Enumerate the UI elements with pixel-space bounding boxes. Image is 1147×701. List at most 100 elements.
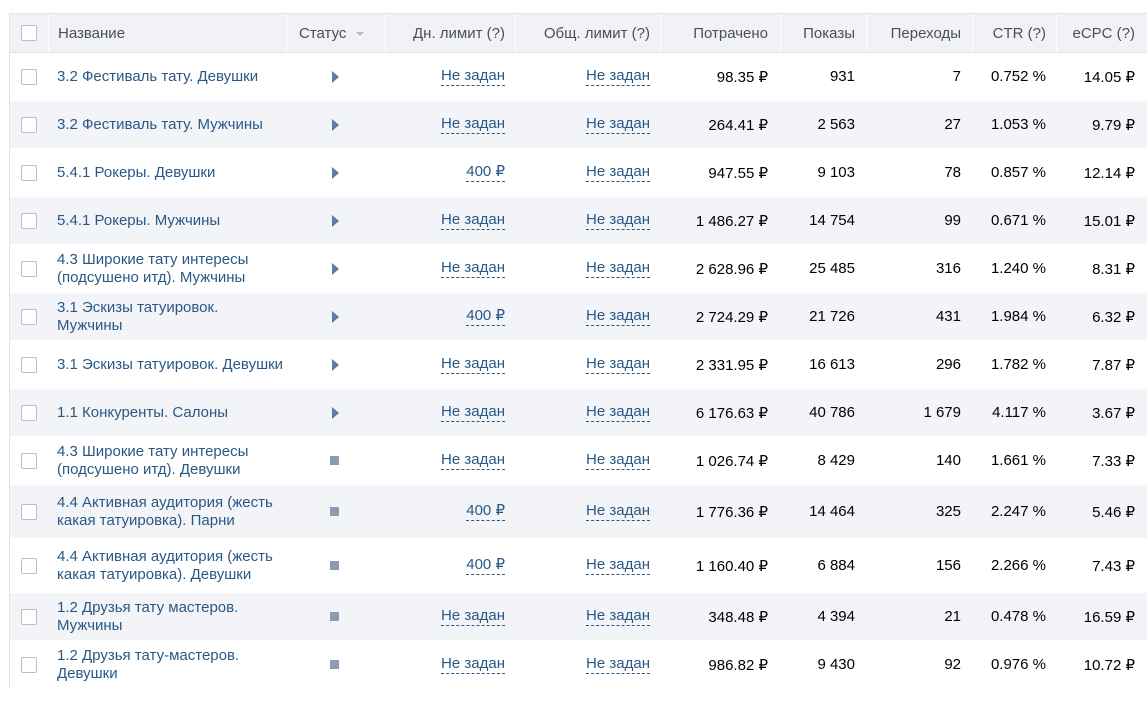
stop-icon[interactable] [330,660,339,669]
row-checkbox[interactable] [21,452,37,469]
header-impressions[interactable]: Показы [780,14,866,52]
daily-limit-link[interactable]: Не задан [441,259,505,278]
total-limit-link[interactable]: Не задан [586,556,650,575]
total-limit-cell: Не задан [515,197,660,244]
row-checkbox[interactable] [21,116,37,133]
play-icon[interactable] [332,166,339,179]
row-checkbox[interactable] [21,164,37,181]
daily-limit-link[interactable]: Не задан [441,655,505,674]
total-limit-link[interactable]: Не задан [586,307,650,326]
status-cell [286,389,385,436]
play-icon[interactable] [332,118,339,131]
table-row[interactable]: 1.1 Конкуренты. Салоны Не задан Не задан 6 … [10,389,1147,437]
play-icon[interactable] [332,310,339,323]
table-row[interactable]: 3.2 Фестиваль тату. Мужчины Не задан Не за… [10,101,1147,149]
status-cell [286,641,385,688]
status-cell [286,245,385,292]
daily-limit-link[interactable]: 400 ₽ [466,502,505,521]
total-limit-link[interactable]: Не задан [586,115,650,134]
row-checkbox[interactable] [21,212,37,229]
table-row[interactable]: 1.2 Друзья тату мастеров. Мужчины Не зада… [10,593,1147,641]
total-limit-link[interactable]: Не задан [586,67,650,86]
table-row[interactable]: 3.2 Фестиваль тату. Девушки Не задан Не за… [10,53,1147,101]
header-name[interactable]: Название [48,14,286,52]
campaign-name-link[interactable]: 1.2 Друзья тату мастеров. Мужчины [57,599,286,635]
table-row[interactable]: 5.4.1 Рокеры. Мужчины Не задан Не задан 1 4… [10,197,1147,245]
total-limit-link[interactable]: Не задан [586,355,650,374]
total-limit-link[interactable]: Не задан [586,451,650,470]
campaign-name-link[interactable]: 5.4.1 Рокеры. Девушки [57,164,215,182]
name-cell: 3.2 Фестиваль тату. Девушки [48,53,286,100]
campaign-name-link[interactable]: 3.2 Фестиваль тату. Мужчины [57,116,263,134]
table-row[interactable]: 4.3 Широкие тату интересы (подсушено итд… [10,245,1147,293]
table-row[interactable]: 3.1 Эскизы татуировок. Мужчины 400 ₽ Не за… [10,293,1147,341]
ctr-value: 2.247 % [990,503,1046,520]
header-spent[interactable]: Потрачено [660,14,780,52]
campaign-name-link[interactable]: 1.1 Конкуренты. Салоны [57,404,228,422]
table-row[interactable]: 1.2 Друзья тату-мастеров. Девушки Не зада… [10,641,1147,689]
ctr-value: 0.478 % [990,608,1046,625]
daily-limit-link[interactable]: 400 ₽ [466,307,505,326]
stop-icon[interactable] [330,561,339,570]
header-total-limit[interactable]: Общ. лимит (?) [515,14,660,52]
campaign-name-link[interactable]: 4.3 Широкие тату интересы (подсушено итд… [57,251,286,287]
campaign-name-link[interactable]: 4.4 Активная аудитория (жесть какая тату… [57,494,286,530]
row-checkbox[interactable] [21,308,37,325]
header-ctr[interactable]: CTR (?) [972,14,1056,52]
campaign-name-link[interactable]: 4.4 Активная аудитория (жесть какая тату… [57,548,286,584]
row-checkbox[interactable] [21,557,37,574]
play-icon[interactable] [332,358,339,371]
stop-icon[interactable] [330,612,339,621]
play-icon[interactable] [332,406,339,419]
header-daily-limit[interactable]: Дн. лимит (?) [385,14,515,52]
total-limit-link[interactable]: Не задан [586,403,650,422]
stop-icon[interactable] [330,507,339,516]
daily-limit-link[interactable]: Не задан [441,451,505,470]
row-checkbox[interactable] [21,260,37,277]
table-row[interactable]: 4.3 Широкие тату интересы (подсушено итд… [10,437,1147,485]
total-limit-link[interactable]: Не задан [586,502,650,521]
status-cell [286,293,385,340]
row-checkbox[interactable] [21,503,37,520]
daily-limit-link[interactable]: Не задан [441,355,505,374]
row-checkbox[interactable] [21,656,37,673]
daily-limit-link[interactable]: Не задан [441,115,505,134]
total-limit-link[interactable]: Не задан [586,163,650,182]
stop-icon[interactable] [330,456,339,465]
table-row[interactable]: 5.4.1 Рокеры. Девушки 400 ₽ Не задан 947.55… [10,149,1147,197]
daily-limit-link[interactable]: Не задан [441,403,505,422]
daily-limit-link[interactable]: Не задан [441,607,505,626]
impressions-value: 931 [829,68,855,85]
table-row[interactable]: 4.4 Активная аудитория (жесть какая тату… [10,539,1147,593]
total-limit-link[interactable]: Не задан [586,607,650,626]
play-icon[interactable] [332,214,339,227]
row-checkbox[interactable] [21,608,37,625]
ctr-value: 1.782 % [990,356,1046,373]
daily-limit-link[interactable]: 400 ₽ [466,163,505,182]
play-icon[interactable] [332,262,339,275]
spent-value: 1 160.40 ₽ [695,557,768,575]
campaign-name-link[interactable]: 3.2 Фестиваль тату. Девушки [57,68,258,86]
select-all-checkbox[interactable] [21,25,37,41]
campaign-name-link[interactable]: 1.2 Друзья тату-мастеров. Девушки [57,647,286,683]
daily-limit-link[interactable]: Не задан [441,211,505,230]
campaign-name-link[interactable]: 4.3 Широкие тату интересы (подсушено итд… [57,443,286,479]
total-limit-link[interactable]: Не задан [586,655,650,674]
table-row[interactable]: 4.4 Активная аудитория (жесть какая тату… [10,485,1147,539]
ctr-value: 0.976 % [990,656,1046,673]
total-limit-link[interactable]: Не задан [586,211,650,230]
daily-limit-link[interactable]: 400 ₽ [466,556,505,575]
play-icon[interactable] [332,70,339,83]
table-row[interactable]: 3.1 Эскизы татуировок. Девушки Не задан Не… [10,341,1147,389]
campaign-name-link[interactable]: 3.1 Эскизы татуировок. Девушки [57,356,283,374]
row-checkbox[interactable] [21,68,37,85]
campaign-name-link[interactable]: 5.4.1 Рокеры. Мужчины [57,212,220,230]
total-limit-link[interactable]: Не задан [586,259,650,278]
row-checkbox[interactable] [21,404,37,421]
header-ecpc[interactable]: eCPC (?) [1056,14,1147,52]
row-checkbox[interactable] [21,356,37,373]
daily-limit-link[interactable]: Не задан [441,67,505,86]
header-clicks[interactable]: Переходы [866,14,972,52]
header-status[interactable]: Статус [286,14,385,52]
campaign-name-link[interactable]: 3.1 Эскизы татуировок. Мужчины [57,299,286,335]
